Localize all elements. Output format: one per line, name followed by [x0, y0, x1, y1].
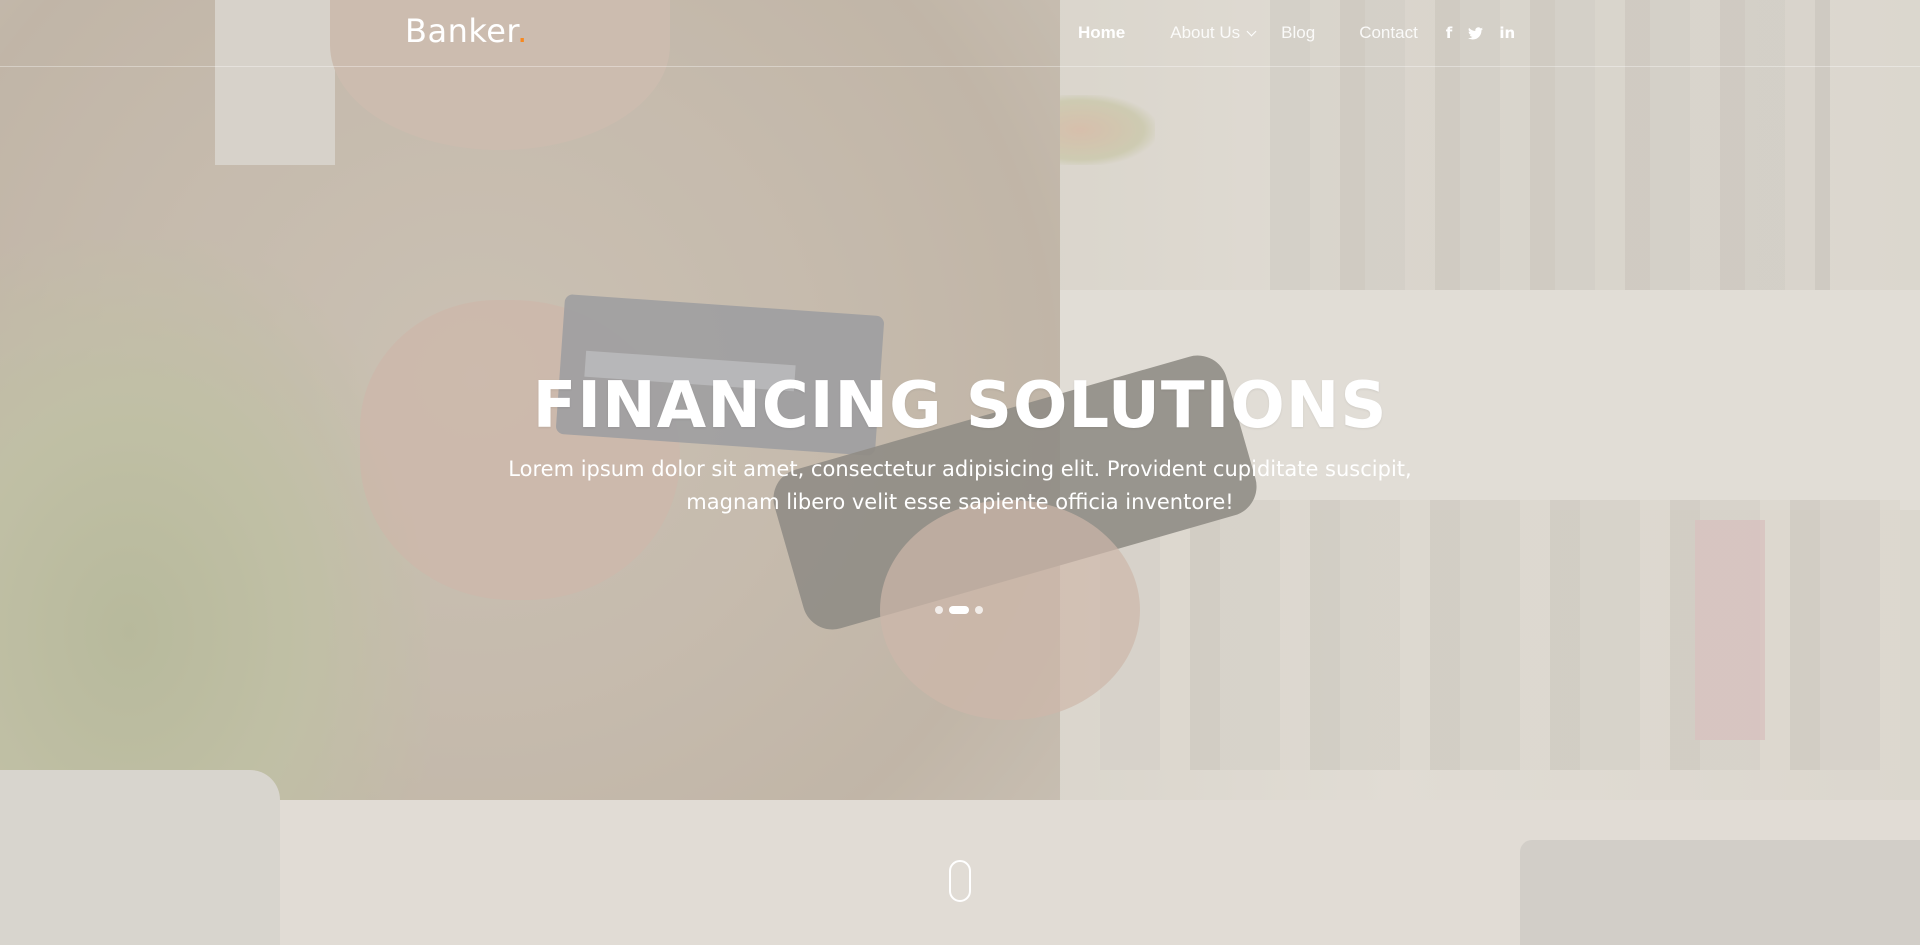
brand-dot: .	[517, 12, 528, 50]
brand-logo[interactable]: Banker.	[405, 12, 528, 50]
social-links: f in	[1446, 24, 1515, 42]
facebook-icon[interactable]: f	[1446, 24, 1453, 42]
nav-item-about-us-label: About Us	[1170, 23, 1241, 42]
nav-item-contact[interactable]: Contact	[1359, 23, 1418, 43]
slider-pagination	[935, 606, 983, 614]
linkedin-icon[interactable]: in	[1499, 24, 1515, 42]
brand-name: Banker	[405, 12, 518, 50]
mouse-scroll-icon[interactable]	[949, 860, 971, 902]
slider-dot-1[interactable]	[935, 606, 943, 614]
slider-dot-3[interactable]	[975, 606, 983, 614]
nav-item-home[interactable]: Home	[1078, 23, 1125, 43]
chevron-down-icon	[1246, 26, 1257, 36]
slider-dot-2-active[interactable]	[949, 606, 969, 614]
nav-item-blog[interactable]: Blog	[1281, 23, 1315, 43]
hero-section: Banker. Home About Us Blog Contact f in …	[0, 0, 1920, 945]
main-nav: Home About Us Blog Contact f in	[1078, 23, 1515, 43]
hero-title: FINANCING SOLUTIONS	[532, 369, 1388, 443]
site-header: Banker. Home About Us Blog Contact f in	[0, 0, 1920, 67]
nav-item-about-us[interactable]: About Us	[1170, 23, 1257, 43]
hero-description: Lorem ipsum dolor sit amet, consectetur …	[508, 457, 1412, 514]
twitter-icon[interactable]	[1468, 26, 1484, 40]
hero-content: FINANCING SOLUTIONS Lorem ipsum dolor si…	[0, 365, 1920, 519]
